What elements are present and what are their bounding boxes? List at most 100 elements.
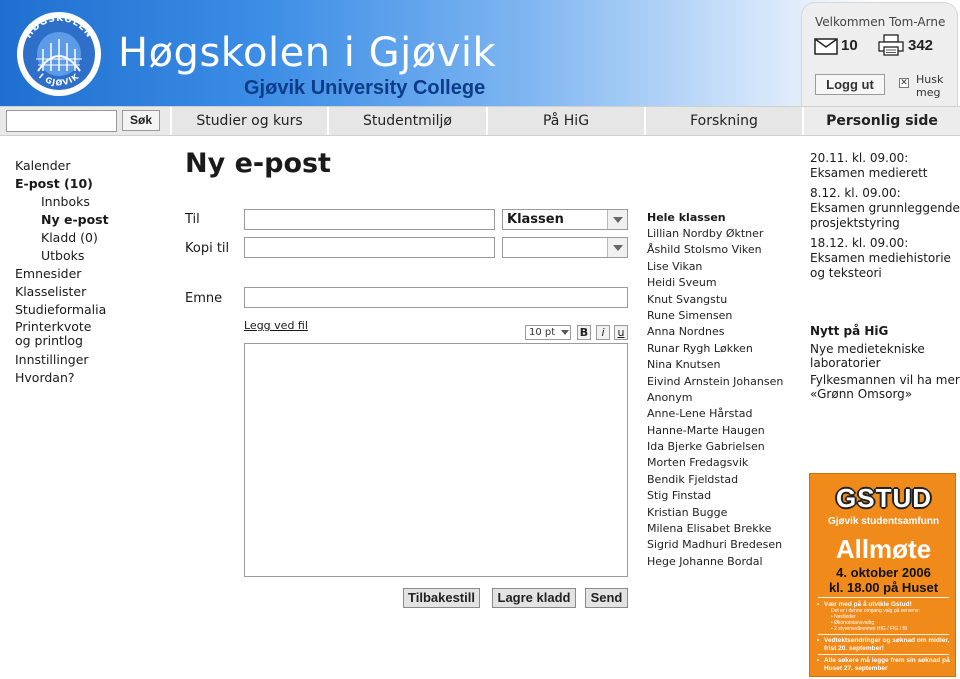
search-button[interactable]: Søk (122, 110, 160, 131)
recipient-item[interactable]: Nina Knutsen (647, 357, 797, 373)
site-header: HØGSKOLEN I GJØVIK Høgskolen i Gjøvik Gj… (0, 0, 960, 106)
poster-bullet: Vedtektsendringer og søknad om midler, f… (817, 637, 952, 652)
event-list: 20.11. kl. 09.00: Eksamen medierett 8.12… (810, 151, 960, 286)
sidebar-item-kalender[interactable]: Kalender (15, 157, 165, 175)
event-poster[interactable]: GSTUD Gjøvik studentsamfunn Allmøte 4. o… (809, 473, 956, 677)
nav-tab-studier[interactable]: Studier og kurs (170, 107, 327, 135)
divider (818, 597, 949, 598)
site-title: Høgskolen i Gjøvik (118, 30, 497, 76)
recipient-item[interactable]: Morten Fredagsvik (647, 455, 797, 471)
sidebar: Kalender E-post (10) Innboks Ny e-post K… (15, 157, 165, 387)
sidebar-item-printerkvote[interactable]: Printerkvote og printlog (15, 319, 105, 351)
page-title: Ny e-post (185, 148, 331, 179)
subject-label: Emne (185, 291, 223, 306)
chevron-down-icon (607, 238, 627, 257)
mail-count[interactable]: 10 (841, 37, 858, 54)
recipient-item[interactable]: Milena Elisabet Brekke (647, 521, 797, 537)
sidebar-item-klasselister[interactable]: Klasselister (15, 283, 165, 301)
recipient-item[interactable]: Lillian Nordby Øktner (647, 226, 797, 242)
underline-button[interactable]: u (614, 325, 628, 340)
to-label: Til (185, 212, 200, 227)
recipient-item[interactable]: Eivind Arnstein Johansen (647, 374, 797, 390)
recipient-item[interactable]: Heidi Sveum (647, 275, 797, 291)
recipient-item[interactable]: Bendik Fjeldstad (647, 472, 797, 488)
message-body-field[interactable] (244, 343, 628, 577)
attach-file-link[interactable]: Legg ved fil (244, 319, 308, 332)
cc-label: Kopi til (185, 241, 230, 256)
font-size-value: 10 pt (529, 327, 556, 338)
font-size-select[interactable]: 10 pt (525, 325, 571, 340)
subject-field[interactable] (244, 287, 628, 308)
remember-me-label: Husk meg (916, 73, 944, 99)
reset-button[interactable]: Tilbakestill (403, 588, 480, 608)
nav-tab-pa-hig[interactable]: På HiG (486, 107, 644, 135)
poster-time: kl. 18.00 på Huset (828, 580, 939, 595)
welcome-text: Velkommen Tom-Arne (815, 15, 946, 29)
nav-tab-personlig-side[interactable]: Personlig side (802, 107, 960, 135)
poster-logo: GSTUD (836, 483, 932, 513)
sidebar-item-emnesider[interactable]: Emnesider (15, 265, 165, 283)
recipient-item[interactable]: Anonym (647, 390, 797, 406)
logout-button[interactable]: Logg ut (815, 74, 885, 95)
chevron-down-icon (607, 210, 627, 229)
recipient-item[interactable]: Kristian Bugge (647, 505, 797, 521)
recipient-item[interactable]: Lise Vikan (647, 259, 797, 275)
cc-group-select[interactable] (502, 237, 628, 258)
recipient-item[interactable]: Hanne-Marte Haugen (647, 423, 797, 439)
divider (818, 634, 949, 635)
divider (818, 654, 949, 655)
news-item[interactable]: Nye medietekniske laboratorier (810, 342, 960, 370)
event-date: 18.12. kl. 09.00: (810, 236, 909, 250)
sidebar-item-hvordan[interactable]: Hvordan? (15, 369, 165, 387)
sidebar-item-utboks[interactable]: Utboks (15, 247, 165, 265)
poster-date: 4. oktober 2006 (836, 565, 931, 580)
print-count[interactable]: 342 (908, 37, 933, 54)
to-group-value: Klassen (507, 212, 564, 227)
recipient-item[interactable]: Rune Simensen (647, 308, 797, 324)
sidebar-item-ny-epost[interactable]: Ny e-post (15, 211, 165, 229)
nav-tab-studentmiljo[interactable]: Studentmiljø (327, 107, 486, 135)
poster-org: Gjøvik studentsamfunn (827, 516, 940, 527)
poster-bullet: Alle søkere må legge frem sin søknad på … (817, 657, 952, 672)
to-group-select[interactable]: Klassen (502, 209, 628, 230)
envelope-icon[interactable] (814, 38, 838, 55)
main-nav: Søk Studier og kurs Studentmiljø På HiG … (0, 106, 960, 136)
recipient-item[interactable]: Åshild Stolsmo Viken (647, 242, 797, 258)
recipient-item[interactable]: Knut Svangstu (647, 292, 797, 308)
save-draft-button[interactable]: Lagre kladd (492, 588, 576, 608)
user-panel: Velkommen Tom-Arne 10 342 Logg ut ✕ Husk… (801, 2, 958, 106)
event-text: Eksamen mediehistorie og teksteori (810, 251, 951, 280)
poster-title: Allmøte (835, 534, 932, 564)
bold-button[interactable]: B (577, 325, 591, 340)
event-text: Eksamen grunnleggende prosjektstyring (810, 201, 960, 230)
recipient-list: Hele klassen Lillian Nordby Øktner Åshil… (647, 210, 797, 570)
recipient-item[interactable]: Runar Rygh Løkken (647, 341, 797, 357)
recipient-item[interactable]: Anna Nordnes (647, 324, 797, 340)
cc-field[interactable] (244, 237, 495, 258)
recipient-item[interactable]: Stig Finstad (647, 488, 797, 504)
recipient-list-header[interactable]: Hele klassen (647, 210, 797, 226)
recipient-item[interactable]: Hege Johanne Bordal (647, 554, 797, 570)
sidebar-item-innstillinger[interactable]: Innstillinger (15, 351, 165, 369)
to-field[interactable] (244, 209, 495, 230)
poster-subitem: • 2 styremedlemmer HIG / FIG / BI (831, 626, 908, 632)
sidebar-item-kladd[interactable]: Kladd (0) (15, 229, 165, 247)
remember-me-checkbox[interactable]: ✕ (899, 78, 909, 88)
sidebar-item-innboks[interactable]: Innboks (15, 193, 165, 211)
send-button[interactable]: Send (585, 588, 628, 608)
news-heading: Nytt på HiG (810, 324, 889, 338)
event-date: 20.11. kl. 09.00: (810, 151, 909, 165)
recipient-item[interactable]: Anne-Lene Hårstad (647, 406, 797, 422)
college-logo[interactable]: HØGSKOLEN I GJØVIK (16, 11, 102, 97)
search-input[interactable] (6, 110, 117, 132)
recipient-item[interactable]: Ida Bjerke Gabrielsen (647, 439, 797, 455)
printer-icon[interactable] (878, 34, 904, 56)
chevron-down-icon (561, 330, 569, 335)
italic-button[interactable]: i (596, 325, 610, 340)
news-item[interactable]: Fylkesmannen vil ha mer «Grønn Omsorg» (810, 373, 960, 401)
sidebar-item-epost[interactable]: E-post (10) (15, 175, 165, 193)
site-subtitle: Gjøvik University College (244, 77, 486, 99)
nav-tab-forskning[interactable]: Forskning (644, 107, 802, 135)
recipient-item[interactable]: Sigrid Madhuri Bredesen (647, 537, 797, 553)
sidebar-item-studieformalia[interactable]: Studieformalia (15, 301, 165, 319)
